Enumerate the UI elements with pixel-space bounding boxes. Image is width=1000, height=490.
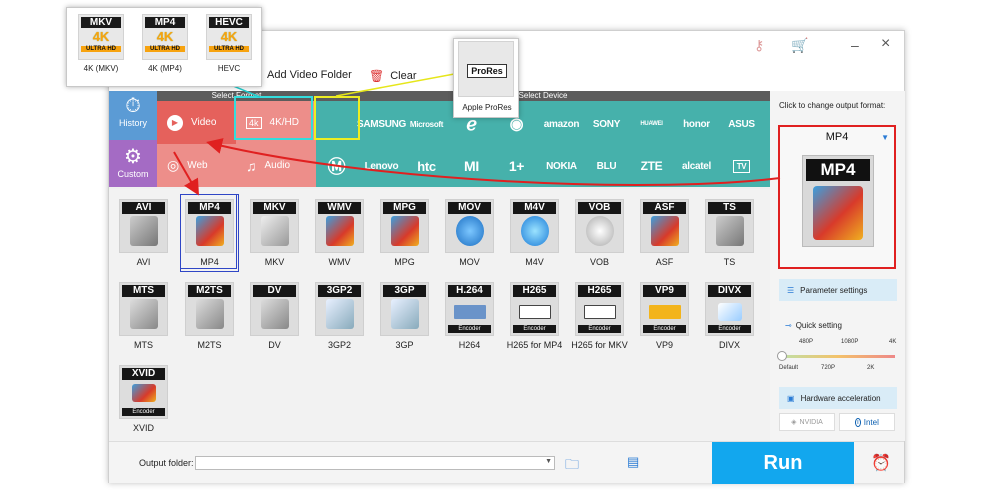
arrow-video-to-mp4	[173, 151, 199, 196]
popup-4k-badge: 4K	[220, 29, 238, 44]
popup-4k-formats: MKV 4K ULTRA HD 4K (MKV) MP4 4K ULTRA HD…	[66, 7, 262, 87]
prores-label: Apple ProRes	[462, 103, 512, 112]
popup-tile: MKV 4K ULTRA HD	[78, 14, 124, 60]
popup-ultra-hd: ULTRA HD	[81, 46, 121, 52]
popup-4k-badge: 4K	[92, 29, 110, 44]
popup-tile: MP4 4K ULTRA HD	[142, 14, 188, 60]
popup-tile: HEVC 4K ULTRA HD	[206, 14, 252, 60]
popup-ultra-hd: ULTRA HD	[145, 46, 185, 52]
popup-ultra-hd: ULTRA HD	[209, 46, 249, 52]
popup-label: 4K (MKV)	[83, 64, 119, 73]
popup-hevc[interactable]: HEVC 4K ULTRA HD HEVC	[201, 14, 257, 73]
popup-4k-badge: 4K	[156, 29, 174, 44]
prores-badge: ProRes	[467, 64, 507, 78]
arrow-output-to-video	[206, 138, 781, 186]
popup-label: 4K (MP4)	[148, 64, 182, 73]
popup-apple-prores[interactable]: ProRes Apple ProRes	[453, 38, 519, 118]
popup-4k-mp4[interactable]: MP4 4K ULTRA HD 4K (MP4)	[137, 14, 193, 73]
popup-band: MP4	[145, 17, 185, 28]
popup-band: HEVC	[209, 17, 249, 28]
prores-tile: ProRes	[458, 41, 514, 97]
popup-band: MKV	[81, 17, 121, 28]
arrow-apple-to-prores	[335, 67, 468, 97]
popup-label: HEVC	[217, 64, 241, 73]
popup-4k-mkv[interactable]: MKV 4K ULTRA HD 4K (MKV)	[73, 14, 129, 73]
